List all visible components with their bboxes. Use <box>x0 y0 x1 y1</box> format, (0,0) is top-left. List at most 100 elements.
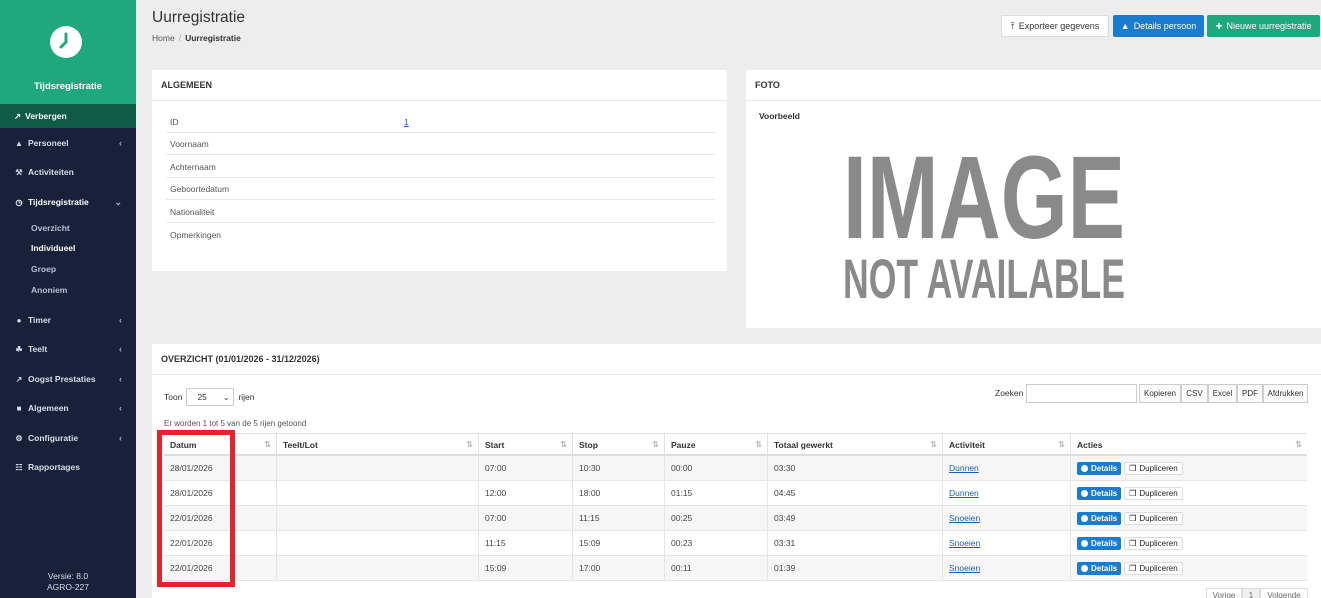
build-label: AGRO-227 <box>46 582 90 592</box>
person-icon: ▲ <box>1120 21 1130 31</box>
cell-stop: 17:00 <box>572 556 664 580</box>
column-header-start[interactable]: Start ⇅ <box>478 434 572 455</box>
info-icon <box>1081 564 1088 572</box>
cell-pauze: 00:00 <box>664 456 767 480</box>
table-header: Datum ⇅ Teelt/Lot ⇅ Start ⇅ Stop ⇅ Pauze ⇅ To… <box>164 433 1307 456</box>
column-header-pauze[interactable]: Pauze ⇅ <box>664 434 767 455</box>
id-link[interactable]: 1 <box>404 117 409 127</box>
collapse-icon: ↗ <box>14 110 22 121</box>
table-row: 22/01/2026 11:15 15:09 00:23 03:31 Snoei… <box>164 531 1307 556</box>
column-header-activiteit[interactable]: Activiteit ⇅ <box>942 434 1070 455</box>
photo-panel: FOTO Voorbeeld IMAGE NOT AVAILABLE <box>746 70 1321 328</box>
sidebar-item-activiteiten[interactable]: ⚒ Activiteiten <box>0 163 136 181</box>
details-button[interactable]: Details <box>1077 461 1122 475</box>
info-row-nationaliteit: Nationaliteit <box>166 201 715 223</box>
cell-start: 11:15 <box>478 531 572 555</box>
gears-icon: ⚙ <box>15 433 23 443</box>
info-row-achternaam: Achternaam <box>166 156 715 178</box>
duplicate-button[interactable]: ❐ Dupliceren <box>1124 511 1183 525</box>
page-length-select[interactable]: 25 ⌄ <box>186 388 235 406</box>
column-header-teelt[interactable]: Teelt/Lot ⇅ <box>276 434 478 455</box>
print-button[interactable]: Afdrukken <box>1263 384 1308 403</box>
cell-pauze: 01:15 <box>664 481 767 505</box>
column-header-stop[interactable]: Stop ⇅ <box>572 434 664 455</box>
sidebar-item-personeel[interactable]: ▲ Personeel ‹ <box>0 134 136 152</box>
copy-button[interactable]: Kopieren <box>1139 384 1181 403</box>
sidebar-item-timer[interactable]: ● Timer ‹ <box>0 311 136 329</box>
duplicate-button[interactable]: ❐ Dupliceren <box>1124 561 1183 575</box>
info-icon <box>1081 539 1088 547</box>
cell-stop: 11:15 <box>572 506 664 530</box>
copy-icon: ❐ <box>1129 488 1137 498</box>
sidebar-item-configuratie[interactable]: ⚙ Configuratie ‹ <box>0 429 136 447</box>
details-button[interactable]: Details <box>1077 561 1122 575</box>
sidebar-subitem-individueel[interactable]: Individueel <box>31 243 75 253</box>
info-icon <box>1081 464 1088 472</box>
sidebar-item-rapportages[interactable]: ☷ Rapportages <box>0 458 136 476</box>
image-placeholder: IMAGE NOT AVAILABLE <box>843 132 1125 305</box>
cell-teelt <box>276 531 478 555</box>
pdf-button[interactable]: PDF <box>1237 384 1263 403</box>
cell-totaal: 03:49 <box>767 506 942 530</box>
details-button[interactable]: Details <box>1077 486 1122 500</box>
general-panel-title: ALGEMEEN <box>152 70 727 101</box>
activity-link[interactable]: Dunnen <box>949 463 979 473</box>
column-header-acties[interactable]: Acties ⇅ <box>1070 434 1307 455</box>
sidebar-item-oogst-prestaties[interactable]: ↗ Oogst Prestaties ‹ <box>0 370 136 388</box>
sidebar-item-algemeen[interactable]: ■ Algemeen ‹ <box>0 399 136 417</box>
person-icon: ▲ <box>15 138 23 148</box>
chevron-down-icon: ⌄ <box>222 392 230 402</box>
duplicate-button[interactable]: ❐ Dupliceren <box>1124 536 1183 550</box>
activity-link[interactable]: Dunnen <box>949 488 979 498</box>
details-button[interactable]: Details <box>1077 536 1122 550</box>
cell-stop: 18:00 <box>572 481 664 505</box>
chevron-left-icon: ‹ <box>119 433 122 443</box>
activity-link[interactable]: Snoeien <box>949 563 980 573</box>
image-placeholder-line1: IMAGE <box>843 132 1125 264</box>
table-row: 28/01/2026 07:00 10:30 00:00 03:30 Dunne… <box>164 456 1307 481</box>
cell-activiteit: Snoeien <box>942 531 1070 555</box>
page-title: Uurregistratie <box>152 9 246 26</box>
sort-icon: ⇅ <box>466 440 473 449</box>
cell-teelt <box>276 456 478 480</box>
sort-icon: ⇅ <box>1295 440 1302 449</box>
table-info: Er worden 1 tot 5 van de 5 rijen getoond <box>164 419 307 428</box>
breadcrumb-home-link[interactable]: Home <box>152 33 175 43</box>
column-header-totaal[interactable]: Totaal gewerkt ⇅ <box>767 434 942 455</box>
sidebar-item-tijdsregistratie[interactable]: ◷ Tijdsregistratie ⌄ <box>0 193 136 211</box>
export-data-button[interactable]: ⤒ Exporteer gegevens <box>1001 15 1109 37</box>
copy-icon: ❐ <box>1129 513 1137 523</box>
chevron-left-icon: ‹ <box>119 374 122 384</box>
chevron-down-icon: ⌄ <box>114 196 122 207</box>
duplicate-button[interactable]: ❐ Dupliceren <box>1124 486 1183 500</box>
activity-link[interactable]: Snoeien <box>949 513 980 523</box>
clock-logo-icon <box>50 26 82 58</box>
search-input[interactable] <box>1026 384 1137 403</box>
hide-sidebar-button[interactable]: ↗ Verbergen <box>0 104 136 128</box>
cell-activiteit: Dunnen <box>942 481 1070 505</box>
cell-stop: 10:30 <box>572 456 664 480</box>
excel-button[interactable]: Excel <box>1208 384 1237 403</box>
sidebar: Tijdsregistratie ↗ Verbergen ▲ Personeel… <box>0 0 136 598</box>
details-button[interactable]: Details <box>1077 511 1122 525</box>
activity-link[interactable]: Snoeien <box>949 538 980 548</box>
chevron-left-icon: ‹ <box>119 403 122 413</box>
sidebar-subitem-anoniem[interactable]: Anoniem <box>31 285 67 295</box>
sidebar-subitem-groep[interactable]: Groep <box>31 264 56 274</box>
new-time-entry-button[interactable]: + Nieuwe uurregistratie <box>1207 15 1320 37</box>
person-details-button[interactable]: ▲ Details persoon <box>1113 15 1204 37</box>
tools-icon: ⚒ <box>15 167 23 177</box>
brand-name: Tijdsregistratie <box>34 81 102 92</box>
pager-previous[interactable]: Vorige <box>1206 588 1242 598</box>
sidebar-item-teelt[interactable]: ☘ Teelt ‹ <box>0 340 136 358</box>
pager-next[interactable]: Volgende <box>1260 588 1308 598</box>
cell-start: 07:00 <box>478 456 572 480</box>
pager-page-1[interactable]: 1 <box>1242 588 1260 598</box>
info-row-geboortedatum: Geboortedatum <box>166 178 715 200</box>
sidebar-subitem-overzicht[interactable]: Overzicht <box>31 223 70 233</box>
search-label: Zoeken <box>995 388 1024 398</box>
cell-teelt <box>276 506 478 530</box>
info-row-opmerkingen: Opmerkingen <box>170 230 222 240</box>
csv-button[interactable]: CSV <box>1181 384 1208 403</box>
duplicate-button[interactable]: ❐ Dupliceren <box>1124 461 1183 475</box>
